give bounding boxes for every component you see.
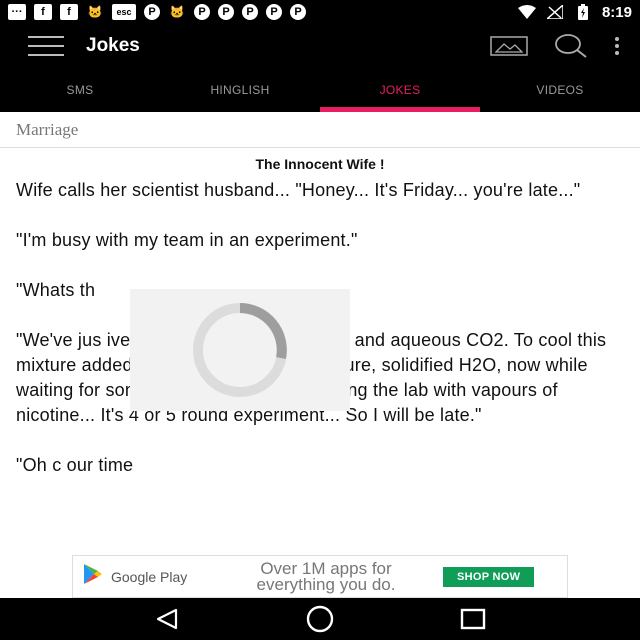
- category-label: Marriage: [0, 112, 640, 148]
- joke-paragraph: "I'm busy with my team in an experiment.…: [16, 230, 358, 250]
- facebook-icon: f: [60, 4, 78, 20]
- ad-banner[interactable]: Google Play Over 1M apps for everything …: [72, 555, 568, 598]
- shop-now-button[interactable]: SHOP NOW: [443, 566, 535, 587]
- hamburger-menu-icon[interactable]: [28, 36, 64, 56]
- app-toolbar: Jokes: [0, 24, 640, 68]
- loading-overlay: [130, 289, 350, 411]
- pinterest-icon: P: [144, 4, 160, 20]
- cat-icon: 🐱: [87, 5, 103, 19]
- joke-paragraph: "Oh c our time: [16, 455, 134, 475]
- overflow-menu-icon[interactable]: [614, 36, 620, 56]
- image-icon[interactable]: [490, 36, 528, 56]
- signal-icon: [546, 4, 564, 20]
- messages-icon: ···: [8, 4, 26, 20]
- system-nav-bar: [0, 598, 640, 640]
- joke-paragraph: Wife calls her scientist husband... "Hon…: [16, 180, 581, 200]
- tab-videos[interactable]: VIDEOS: [480, 68, 640, 112]
- notification-icons: ··· f f 🐱 esc P 🐱 P P P P P: [8, 4, 306, 20]
- recents-icon[interactable]: [453, 604, 493, 634]
- home-icon[interactable]: [300, 604, 340, 634]
- tab-bar: SMS HINGLISH JOKES VIDEOS: [0, 68, 640, 112]
- pinterest-icon: P: [242, 4, 258, 20]
- ad-brand: Google Play: [111, 568, 188, 585]
- pinterest-icon: P: [266, 4, 282, 20]
- esc-icon: esc: [112, 4, 136, 20]
- toolbar-title: Jokes: [86, 35, 140, 56]
- pinterest-icon: P: [290, 4, 306, 20]
- google-play-icon: [81, 562, 105, 591]
- status-bar: ··· f f 🐱 esc P 🐱 P P P P P 8:19: [0, 0, 640, 24]
- tab-sms[interactable]: SMS: [0, 68, 160, 112]
- clock: 8:19: [601, 3, 632, 21]
- tab-jokes[interactable]: JOKES: [320, 68, 480, 112]
- facebook-icon: f: [34, 4, 52, 20]
- loading-spinner-icon: [193, 303, 287, 397]
- joke-title: The Innocent Wife !: [255, 156, 385, 172]
- wifi-icon: [517, 4, 536, 20]
- ad-text: Over 1M apps for everything you do.: [256, 558, 396, 594]
- tab-hinglish[interactable]: HINGLISH: [160, 68, 320, 112]
- search-icon[interactable]: [554, 33, 588, 59]
- battery-icon: [574, 4, 592, 20]
- pinterest-icon: P: [218, 4, 234, 20]
- pinterest-icon: P: [194, 4, 210, 20]
- back-icon[interactable]: [147, 604, 187, 634]
- cat-icon: 🐱: [169, 5, 185, 19]
